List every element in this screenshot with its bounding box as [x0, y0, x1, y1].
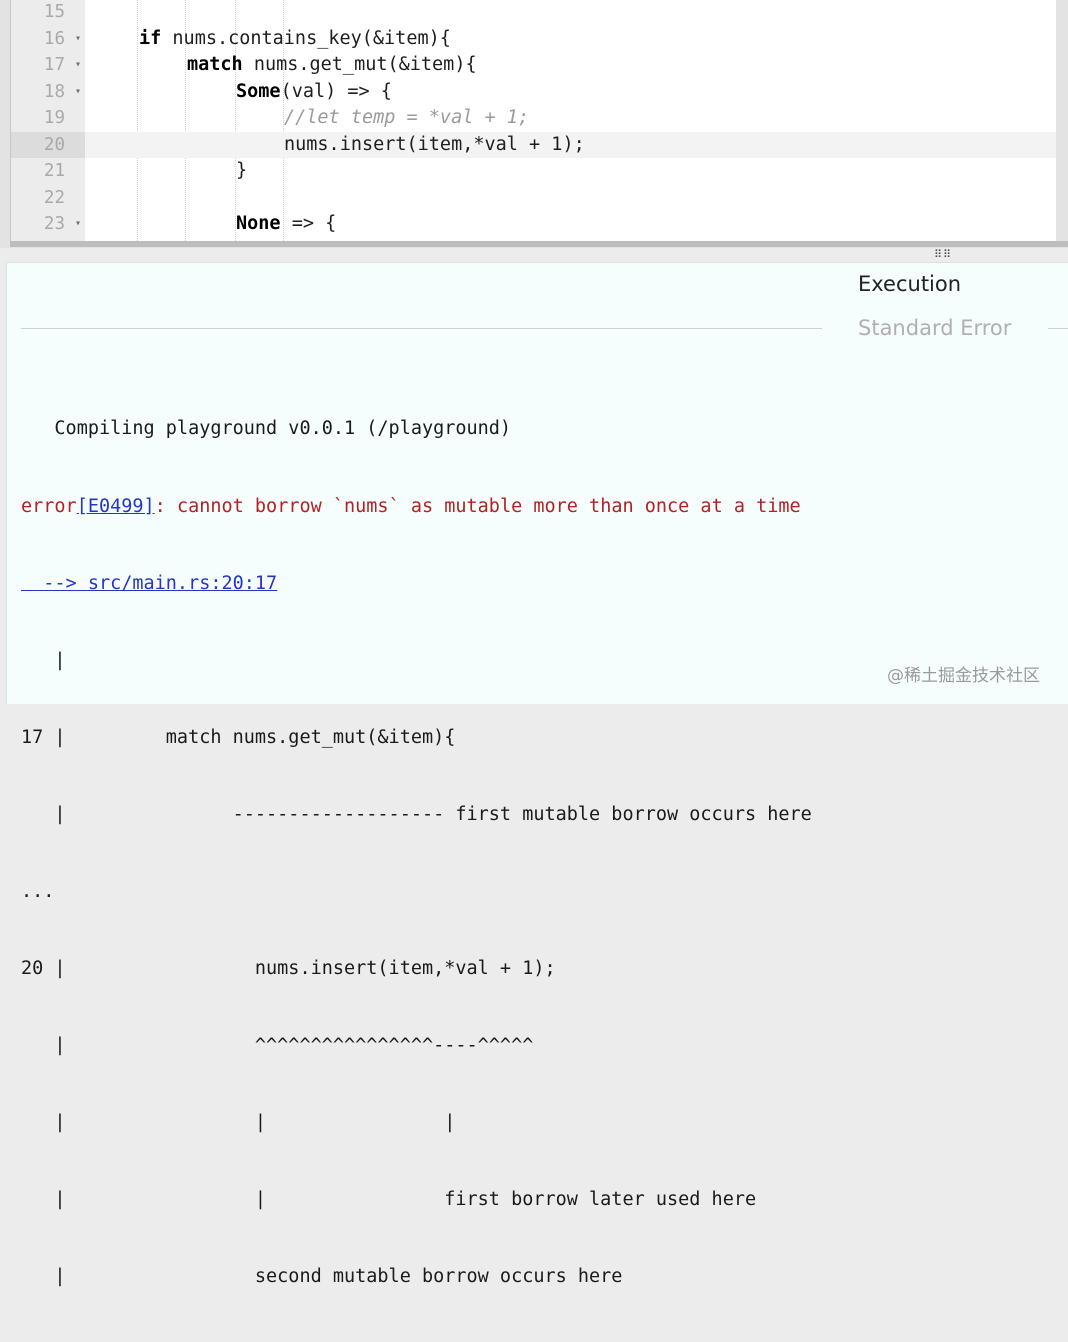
line-number: 17: [43, 55, 65, 75]
code-line: Some(val) => {: [85, 79, 1056, 106]
gutter-line: 21: [11, 158, 85, 185]
code-text: nums.insert(item,*val + 1);: [284, 134, 585, 155]
code-token: nums.insert(item,*val + 1);: [284, 133, 585, 155]
code-text: if nums.contains_key(&item){: [139, 28, 451, 49]
console-line: |: [21, 649, 66, 671]
error-code-link[interactable]: [E0499]: [77, 496, 155, 517]
error-message: : cannot borrow `nums` as mutable more t…: [154, 495, 801, 517]
gutter-line: 23 ▾: [11, 211, 85, 238]
line-number: 20: [43, 134, 65, 155]
gutter-line: 17 ▾: [11, 52, 85, 79]
code-line: if nums.contains_key(&item){: [85, 26, 1056, 53]
gutter-line: 22: [11, 185, 85, 212]
panel-resize-handle-icon[interactable]: ⠿⠿: [930, 249, 956, 261]
console-line: | ------------------- first mutable borr…: [21, 803, 812, 825]
code-line: match nums.get_mut(&item){: [85, 52, 1056, 79]
console-line: 20 | nums.insert(item,*val + 1);: [21, 958, 556, 980]
fold-arrow-icon[interactable]: ▾: [75, 79, 81, 106]
divider: [21, 328, 822, 329]
code-text: Some(val) => {: [236, 81, 392, 102]
tab-execution[interactable]: Execution: [858, 272, 961, 296]
code-text: match nums.get_mut(&item){: [187, 54, 477, 75]
gutter-line: 15: [11, 0, 85, 26]
output-panel: Execution Standard Error Compiling playg…: [6, 262, 1068, 1287]
console-line: | ^^^^^^^^^^^^^^^^----^^^^^: [21, 1035, 534, 1057]
line-number-gutter: 15 16 ▾ 17 ▾ 18 ▾ 19 20 21 22 23 ▾: [11, 0, 85, 241]
gutter-line: 19: [11, 105, 85, 132]
gutter-line: 16 ▾: [11, 26, 85, 53]
console-line: | second mutable borrow occurs here: [21, 1266, 623, 1288]
line-number: 19: [43, 108, 65, 128]
fold-arrow-icon[interactable]: ▾: [75, 26, 81, 53]
gutter-line: 18 ▾: [11, 79, 85, 106]
line-number: 16: [43, 28, 65, 49]
code-token: (val) => {: [280, 80, 392, 102]
line-number: 18: [43, 81, 65, 102]
code-token: nums.get_mut(&item){: [242, 54, 477, 75]
line-number: 22: [43, 187, 65, 208]
line-number: 15: [43, 2, 65, 22]
console-line: 17 | match nums.get_mut(&item){: [21, 726, 456, 748]
error-line: error[E0499]: cannot borrow `nums` as mu…: [21, 494, 812, 520]
keyword: if: [139, 27, 162, 49]
fold-arrow-icon[interactable]: ▾: [75, 211, 81, 238]
code-token: nums.contains_key(&item){: [161, 27, 451, 49]
editor-bottom-border: [10, 241, 1068, 247]
console-line: | | first borrow later used here: [21, 1189, 757, 1211]
code-area[interactable]: if nums.contains_key(&item){ match nums.…: [85, 0, 1056, 241]
line-number: 23: [43, 214, 65, 234]
gutter-line-active: 20: [11, 131, 85, 158]
divider: [1048, 328, 1068, 329]
tab-standard-error[interactable]: Standard Error: [858, 316, 1011, 340]
code-text: None => {: [236, 213, 336, 234]
keyword: match: [187, 54, 243, 75]
code-comment: //let temp = *val + 1;: [284, 107, 530, 128]
line-number: 21: [43, 161, 65, 181]
code-line: None => {: [85, 211, 1056, 238]
code-editor[interactable]: 15 16 ▾ 17 ▾ 18 ▾ 19 20 21 22 23 ▾ if nums.c…: [0, 0, 1068, 248]
editor-frame: 15 16 ▾ 17 ▾ 18 ▾ 19 20 21 22 23 ▾ if nums.c…: [10, 0, 1056, 241]
watermark: @稀土掘金技术社区: [887, 666, 1040, 686]
code-line: //let temp = *val + 1;: [85, 105, 1056, 132]
stderr-console: Compiling playground v0.0.1 (/playground…: [21, 365, 812, 1342]
console-line: ...: [21, 880, 55, 902]
code-token: }: [236, 160, 248, 181]
console-line: Compiling playground v0.0.1 (/playground…: [21, 418, 512, 440]
keyword: None: [236, 213, 281, 234]
location-arrow[interactable]: -->: [21, 573, 88, 594]
code-line: }: [85, 158, 1056, 185]
console-line: | | |: [21, 1112, 456, 1134]
fold-arrow-icon[interactable]: ▾: [75, 52, 81, 79]
code-token: => {: [280, 213, 337, 234]
code-line-active: nums.insert(item,*val + 1);: [85, 131, 1056, 158]
error-label: error: [21, 495, 77, 517]
keyword: Some: [236, 80, 281, 102]
location-line: --> src/main.rs:20:17: [21, 571, 812, 597]
source-location-link[interactable]: src/main.rs:20:17: [88, 573, 277, 594]
code-text: }: [236, 160, 247, 181]
